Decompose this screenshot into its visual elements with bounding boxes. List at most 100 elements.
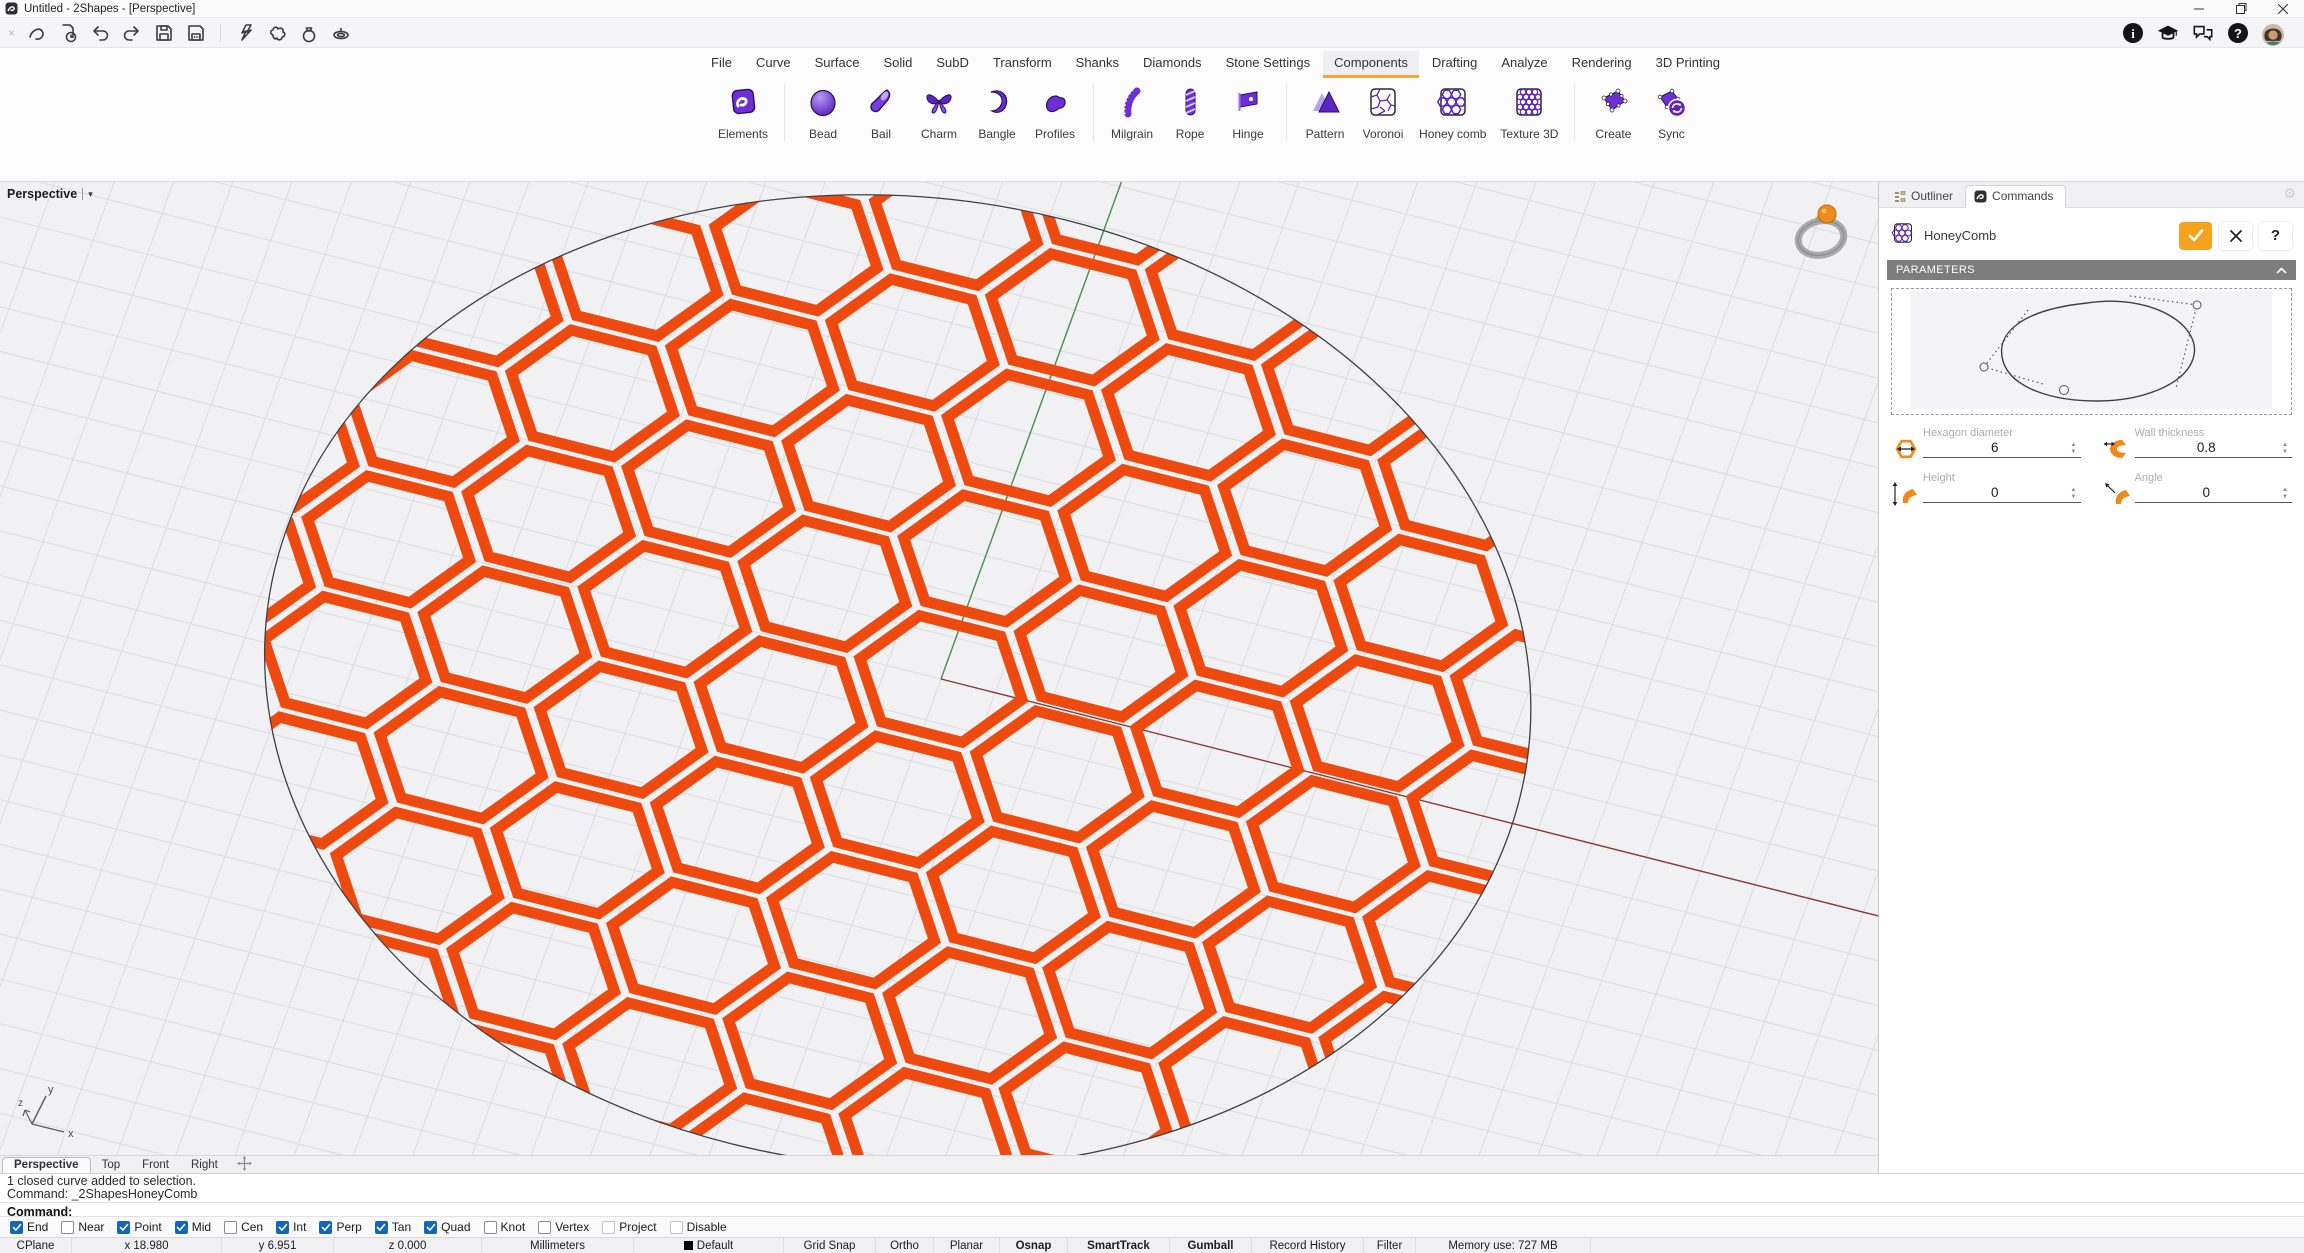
osnap-knot[interactable]: Knot xyxy=(484,1220,526,1234)
checkbox-quad[interactable] xyxy=(424,1221,437,1234)
close-button[interactable] xyxy=(2262,0,2304,17)
status-gumball[interactable]: Gumball xyxy=(1170,1238,1252,1253)
menu-analyze[interactable]: Analyze xyxy=(1490,51,1558,78)
menu-components[interactable]: Components xyxy=(1323,51,1419,78)
ribbon-button-milgrain[interactable]: Milgrain xyxy=(1110,84,1154,141)
angle-stepper[interactable]: ▲▼ xyxy=(2278,487,2292,500)
stepper-up-icon[interactable]: ▲ xyxy=(2071,442,2077,448)
menu-shanks[interactable]: Shanks xyxy=(1065,51,1130,78)
ribbon-button-bangle[interactable]: Bangle xyxy=(975,84,1019,141)
checkbox-tan[interactable] xyxy=(375,1221,388,1234)
help-icon[interactable]: ? xyxy=(2227,22,2249,44)
gear-icon[interactable]: ⚙ xyxy=(2283,185,2296,202)
osnap-perp[interactable]: Perp xyxy=(319,1220,361,1234)
honeycomb-cell[interactable] xyxy=(389,1018,590,1155)
status-x-18-980[interactable]: x 18.980 xyxy=(72,1238,222,1253)
status-osnap[interactable]: Osnap xyxy=(1000,1238,1068,1253)
ribbon-button-pattern[interactable]: Pattern xyxy=(1303,84,1347,141)
viewport-title-menu[interactable]: Perspective ▾ xyxy=(7,187,93,201)
status-default[interactable]: Default xyxy=(634,1238,784,1253)
redo-button[interactable] xyxy=(119,21,145,45)
ribbon-button-honey-comb[interactable]: Honey comb xyxy=(1419,84,1486,141)
stepper-down-icon[interactable]: ▼ xyxy=(2282,449,2288,455)
menu-transform[interactable]: Transform xyxy=(982,51,1063,78)
ribbon-button-bail[interactable]: Bail xyxy=(859,84,903,141)
osnap-mid[interactable]: Mid xyxy=(175,1220,211,1234)
status-smarttrack[interactable]: SmartTrack xyxy=(1068,1238,1170,1253)
restore-button[interactable] xyxy=(2220,0,2262,17)
status-millimeters[interactable]: Millimeters xyxy=(482,1238,634,1253)
ribbon-button-create[interactable]: Create xyxy=(1591,84,1635,141)
osnap-vertex[interactable]: Vertex xyxy=(538,1220,589,1234)
height-input[interactable]: 0 xyxy=(1923,485,2067,500)
stepper-down-icon[interactable]: ▼ xyxy=(2071,449,2077,455)
new-file-button[interactable] xyxy=(55,21,81,45)
undo-button[interactable] xyxy=(87,21,113,45)
height-stepper[interactable]: ▲▼ xyxy=(2067,487,2081,500)
ribbon-button-rope[interactable]: Rope xyxy=(1168,84,1212,141)
modeling-button[interactable] xyxy=(264,21,290,45)
viewport-tab-perspective[interactable]: Perspective xyxy=(2,1157,91,1173)
ring-flat-button[interactable] xyxy=(328,21,354,45)
status-cplane[interactable]: CPlane xyxy=(0,1238,72,1253)
academy-icon[interactable] xyxy=(2157,22,2179,44)
checkbox-knot[interactable] xyxy=(484,1221,497,1234)
status-grid-snap[interactable]: Grid Snap xyxy=(784,1238,876,1253)
wall-thickness-stepper[interactable]: ▲▼ xyxy=(2278,442,2292,455)
save-all-button[interactable] xyxy=(183,21,209,45)
stepper-down-icon[interactable]: ▼ xyxy=(2282,494,2288,500)
status-memory-use-727-mb[interactable]: Memory use: 727 MB xyxy=(1416,1238,1591,1253)
osnap-point[interactable]: Point xyxy=(117,1220,161,1234)
info-icon[interactable]: i xyxy=(2122,22,2144,44)
osnap-project[interactable]: Project xyxy=(602,1220,656,1234)
menu-drafting[interactable]: Drafting xyxy=(1421,51,1489,78)
osnap-tan[interactable]: Tan xyxy=(375,1220,411,1234)
status-planar[interactable]: Planar xyxy=(934,1238,1000,1253)
move-cross-icon[interactable] xyxy=(237,1156,252,1173)
menu-surface[interactable]: Surface xyxy=(804,51,871,78)
ribbon-button-bead[interactable]: Bead xyxy=(801,84,845,141)
confirm-button[interactable] xyxy=(2179,222,2212,250)
menu-rendering[interactable]: Rendering xyxy=(1561,51,1643,78)
menu-stone-settings[interactable]: Stone Settings xyxy=(1215,51,1322,78)
status-y-6-951[interactable]: y 6.951 xyxy=(222,1238,334,1253)
tab-commands[interactable]: Commands xyxy=(1965,185,2066,208)
checkbox-vertex[interactable] xyxy=(538,1221,551,1234)
hexagon-diameter-input[interactable]: 6 xyxy=(1923,440,2067,455)
checkbox-near[interactable] xyxy=(61,1221,74,1234)
osnap-near[interactable]: Near xyxy=(61,1220,104,1234)
checkbox-cen[interactable] xyxy=(224,1221,237,1234)
osnap-end[interactable]: End xyxy=(10,1220,48,1234)
checkbox-int[interactable] xyxy=(276,1221,289,1234)
cancel-button[interactable] xyxy=(2219,222,2252,250)
minimize-button[interactable] xyxy=(2178,0,2220,17)
angle-input[interactable]: 0 xyxy=(2135,485,2279,500)
stepper-down-icon[interactable]: ▼ xyxy=(2071,494,2077,500)
menu-diamonds[interactable]: Diamonds xyxy=(1132,51,1213,78)
osnap-quad[interactable]: Quad xyxy=(424,1220,470,1234)
viewport-tab-front[interactable]: Front xyxy=(131,1158,180,1173)
spark-button[interactable] xyxy=(232,21,258,45)
status-record-history[interactable]: Record History xyxy=(1252,1238,1364,1253)
stepper-up-icon[interactable]: ▲ xyxy=(2282,442,2288,448)
ribbon-button-sync[interactable]: Sync xyxy=(1649,84,1693,141)
toolbar-collapse-icon[interactable]: × xyxy=(8,26,15,40)
checkbox-disable[interactable] xyxy=(670,1221,683,1234)
parameters-header[interactable]: PARAMETERS xyxy=(1887,260,2296,280)
checkbox-end[interactable] xyxy=(10,1221,23,1234)
stepper-up-icon[interactable]: ▲ xyxy=(2071,487,2077,493)
viewport-canvas[interactable] xyxy=(0,182,1878,1155)
status-filter[interactable]: Filter xyxy=(1364,1238,1416,1253)
viewport-tab-top[interactable]: Top xyxy=(91,1158,132,1173)
osnap-int[interactable]: Int xyxy=(276,1220,306,1234)
menu-subd[interactable]: SubD xyxy=(925,51,980,78)
osnap-disable[interactable]: Disable xyxy=(670,1220,727,1234)
avatar[interactable] xyxy=(2262,22,2284,44)
save-button[interactable] xyxy=(151,21,177,45)
status-z-0-000[interactable]: z 0.000 xyxy=(334,1238,482,1253)
stepper-up-icon[interactable]: ▲ xyxy=(2282,487,2288,493)
menu-solid[interactable]: Solid xyxy=(872,51,923,78)
ribbon-button-profiles[interactable]: Profiles xyxy=(1033,84,1077,141)
checkbox-point[interactable] xyxy=(117,1221,130,1234)
status-ortho[interactable]: Ortho xyxy=(876,1238,934,1253)
